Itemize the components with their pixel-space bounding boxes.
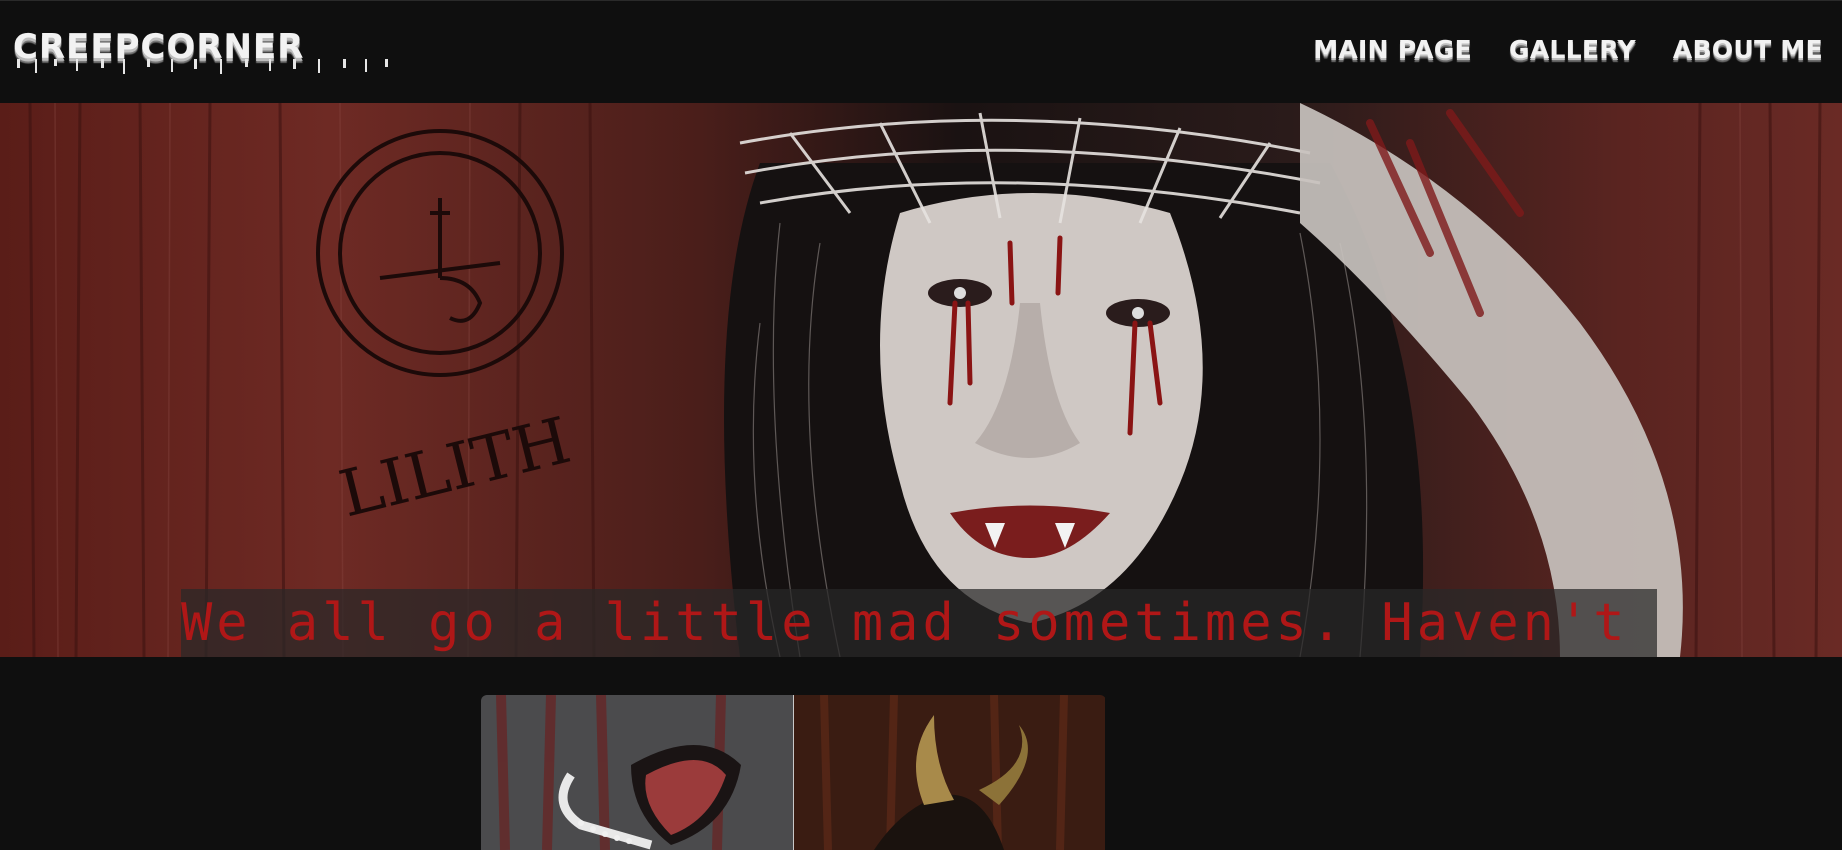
thumbnail-artwork [481, 695, 793, 850]
gallery-preview [481, 695, 1106, 850]
hero-artwork: LILITH [28, 103, 1822, 657]
nav-about-me[interactable]: ABOUT ME [1673, 35, 1823, 64]
logo-drips-decoration [17, 59, 388, 74]
lilith-sigil [316, 129, 564, 377]
nav-main-page[interactable]: MAIN PAGE [1313, 35, 1472, 64]
lilith-painted-text: LILITH [333, 404, 578, 532]
nav-gallery[interactable]: GALLERY [1509, 35, 1636, 64]
thumbnail-artwork [794, 695, 1105, 850]
top-navbar: CREEPCORNER MAIN PAGE GALLERY ABOUT ME [0, 0, 1842, 103]
gallery-thumbnail[interactable] [481, 695, 793, 850]
gallery-thumbnail[interactable] [793, 695, 1105, 850]
hero-banner: LILITH We all go a little mad sometimes.… [0, 103, 1842, 657]
main-nav: MAIN PAGE GALLERY ABOUT ME [1313, 35, 1823, 64]
hero-quote: We all go a little mad sometimes. Haven'… [181, 593, 1629, 653]
